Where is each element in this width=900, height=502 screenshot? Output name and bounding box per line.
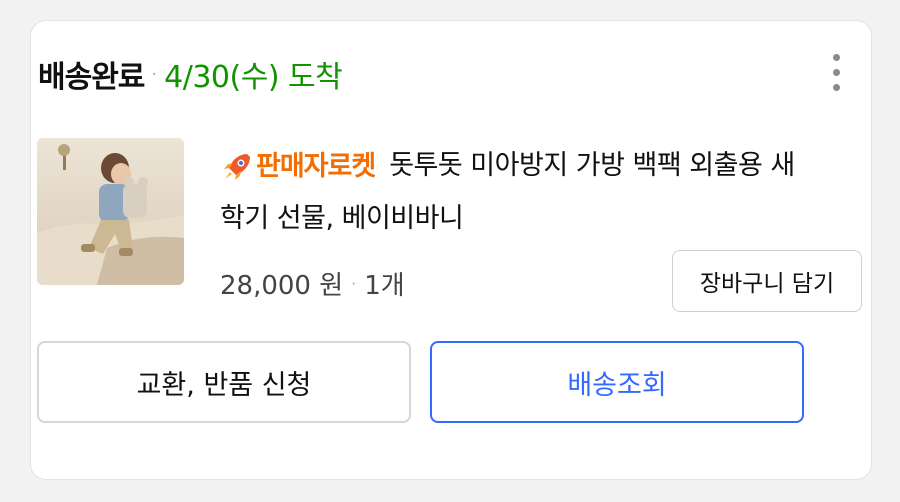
- track-delivery-button[interactable]: 배송조회: [430, 341, 804, 423]
- rocket-icon: [224, 153, 250, 180]
- more-dot: [832, 68, 840, 76]
- product-quantity: 1개: [364, 270, 405, 301]
- price-row: 28,000 원 · 1개: [220, 262, 405, 304]
- badge-label: 판매자로켓: [256, 150, 376, 182]
- product-title[interactable]: 판매자로켓 돗투돗 미아방지 가방 백팩 외출용 새학기 선물, 베이비바니: [220, 140, 810, 245]
- delivery-status-label: 배송완료: [38, 60, 145, 95]
- add-to-cart-button[interactable]: 장바구니 담기: [672, 250, 862, 312]
- product-thumbnail[interactable]: [37, 138, 184, 285]
- action-buttons: 교환, 반품 신청 배송조회: [37, 341, 805, 423]
- product-price: 28,000 원: [220, 270, 344, 301]
- more-dot: [832, 83, 840, 91]
- quantity-separator: ·: [351, 273, 357, 293]
- exchange-return-button[interactable]: 교환, 반품 신청: [37, 341, 411, 423]
- seller-rocket-badge: 판매자로켓: [220, 141, 376, 193]
- product-info: 판매자로켓 돗투돗 미아방지 가방 백팩 외출용 새학기 선물, 베이비바니: [220, 146, 810, 245]
- arrival-date: 4/30(수) 도착: [164, 60, 343, 95]
- product-photo-icon: [37, 138, 184, 285]
- more-dot: [832, 53, 840, 61]
- status-separator: ·: [151, 63, 158, 85]
- more-options-icon[interactable]: [824, 50, 848, 94]
- delivery-status-row: 배송완료 · 4/30(수) 도착: [38, 52, 343, 96]
